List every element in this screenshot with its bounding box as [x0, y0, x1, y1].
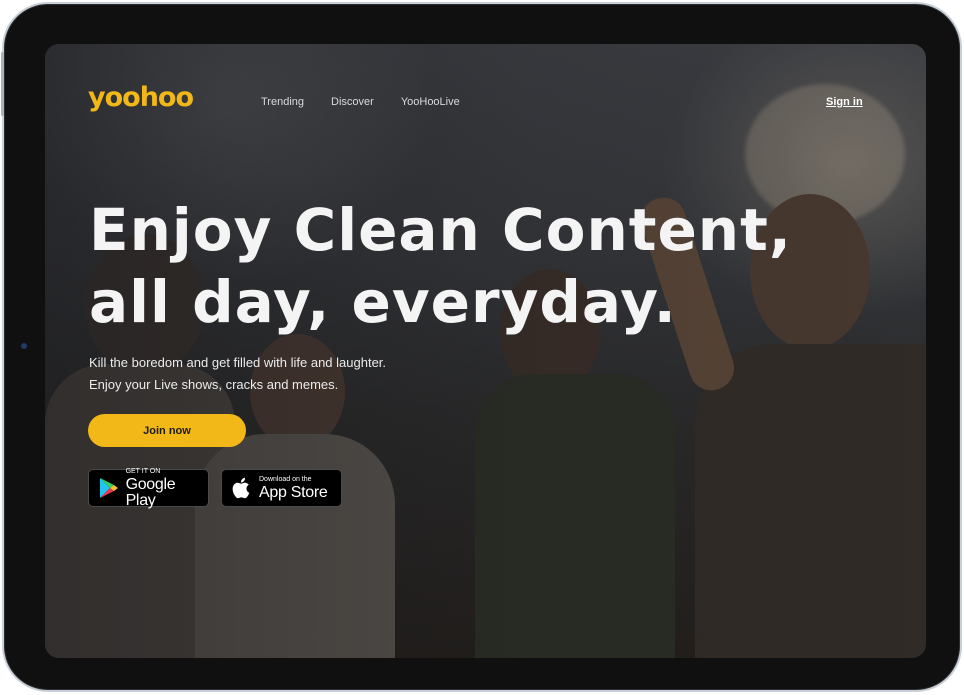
headline-line-1: Enjoy Clean Content, [89, 196, 792, 264]
subtitle-line-2: Enjoy your Live shows, cracks and memes. [89, 377, 339, 392]
tablet-frame: yoohoo Trending Discover YooHooLive Sign… [1, 2, 962, 692]
brand-logo[interactable]: yoohoo [88, 84, 194, 111]
google-play-big-label: Google Play [125, 475, 176, 509]
sign-in-link[interactable]: Sign in [826, 96, 863, 108]
apple-icon [229, 476, 255, 500]
nav-trending[interactable]: Trending [261, 96, 304, 108]
hero-subtitle: Kill the boredom and get filled with lif… [89, 352, 386, 396]
join-now-button[interactable]: Join now [88, 414, 246, 447]
hero-headline: Enjoy Clean Content, all day, everyday. [89, 194, 792, 338]
main-nav: Trending Discover YooHooLive [261, 96, 460, 108]
app-store-big-label: App Store [259, 483, 328, 501]
hero-screen: yoohoo Trending Discover YooHooLive Sign… [45, 44, 926, 658]
camera-dot [21, 343, 27, 349]
nav-discover[interactable]: Discover [331, 96, 374, 108]
app-store-small-label: Download on the [259, 475, 312, 483]
app-store-badge[interactable]: Download on the App Store [221, 469, 342, 507]
google-play-small-label: GET IT ON [125, 467, 161, 475]
app-store-text: Download on the App Store [259, 475, 328, 501]
side-button [1, 52, 4, 116]
google-play-text: GET IT ON Google Play [126, 468, 208, 509]
subtitle-line-1: Kill the boredom and get filled with lif… [89, 355, 387, 370]
nav-yoohoolive[interactable]: YooHooLive [401, 96, 460, 108]
google-play-badge[interactable]: GET IT ON Google Play [88, 468, 209, 509]
headline-line-2: all day, everyday. [89, 268, 677, 336]
hero-overlay [45, 44, 926, 658]
google-play-icon [96, 477, 122, 499]
